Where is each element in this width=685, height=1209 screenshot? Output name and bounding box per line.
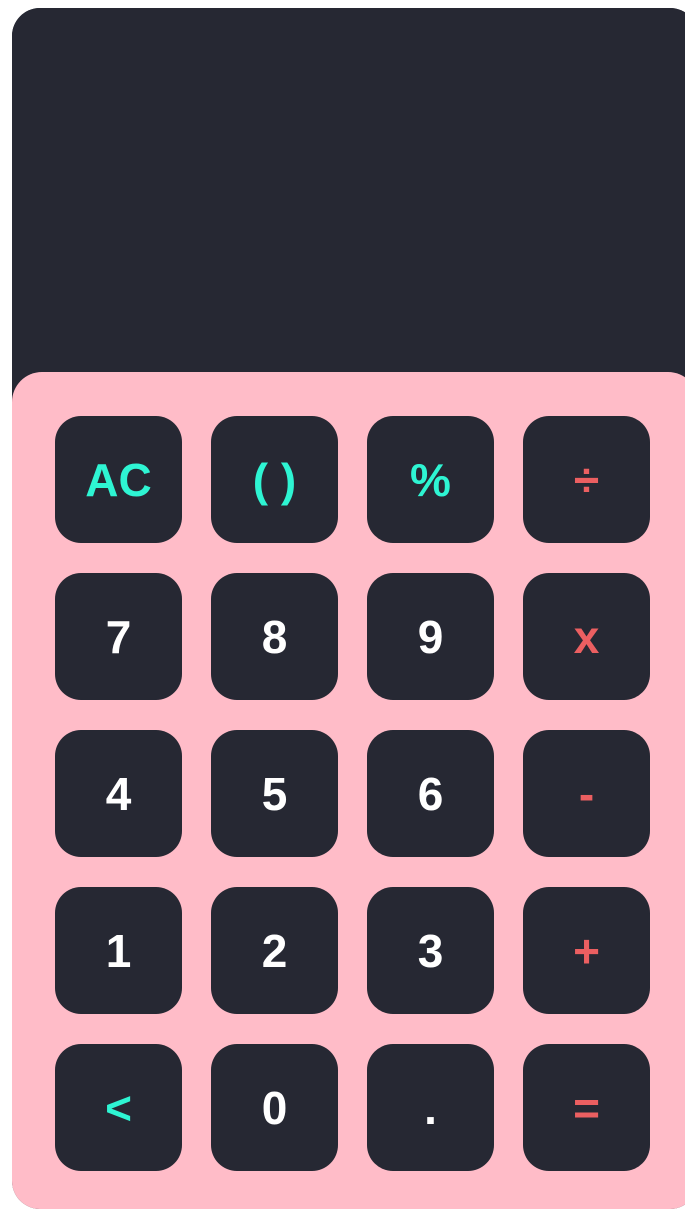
digit-0-button[interactable]: 0 — [211, 1044, 338, 1171]
digit-5-button[interactable]: 5 — [211, 730, 338, 857]
digit-2-button[interactable]: 2 — [211, 887, 338, 1014]
clear-button[interactable]: AC — [55, 416, 182, 543]
display-screen — [12, 8, 685, 380]
divide-button[interactable]: ÷ — [523, 416, 650, 543]
subtract-button[interactable]: - — [523, 730, 650, 857]
percent-button[interactable]: % — [367, 416, 494, 543]
parentheses-button[interactable]: ( ) — [211, 416, 338, 543]
digit-9-button[interactable]: 9 — [367, 573, 494, 700]
digit-6-button[interactable]: 6 — [367, 730, 494, 857]
digit-3-button[interactable]: 3 — [367, 887, 494, 1014]
add-button[interactable]: + — [523, 887, 650, 1014]
decimal-point-button[interactable]: . — [367, 1044, 494, 1171]
keys-grid: AC( )% ÷ 7 8 9 x 4 5 6- 1 2 3 + <0. = — [55, 416, 650, 1171]
backspace-button[interactable]: < — [55, 1044, 182, 1171]
calculator: AC( )% ÷ 7 8 9 x 4 5 6- 1 2 3 + <0. = — [12, 8, 685, 1209]
digit-7-button[interactable]: 7 — [55, 573, 182, 700]
digit-1-button[interactable]: 1 — [55, 887, 182, 1014]
digit-8-button[interactable]: 8 — [211, 573, 338, 700]
keypad: AC( )% ÷ 7 8 9 x 4 5 6- 1 2 3 + <0. = — [12, 372, 685, 1209]
digit-4-button[interactable]: 4 — [55, 730, 182, 857]
equals-button[interactable]: = — [523, 1044, 650, 1171]
multiply-button[interactable]: x — [523, 573, 650, 700]
